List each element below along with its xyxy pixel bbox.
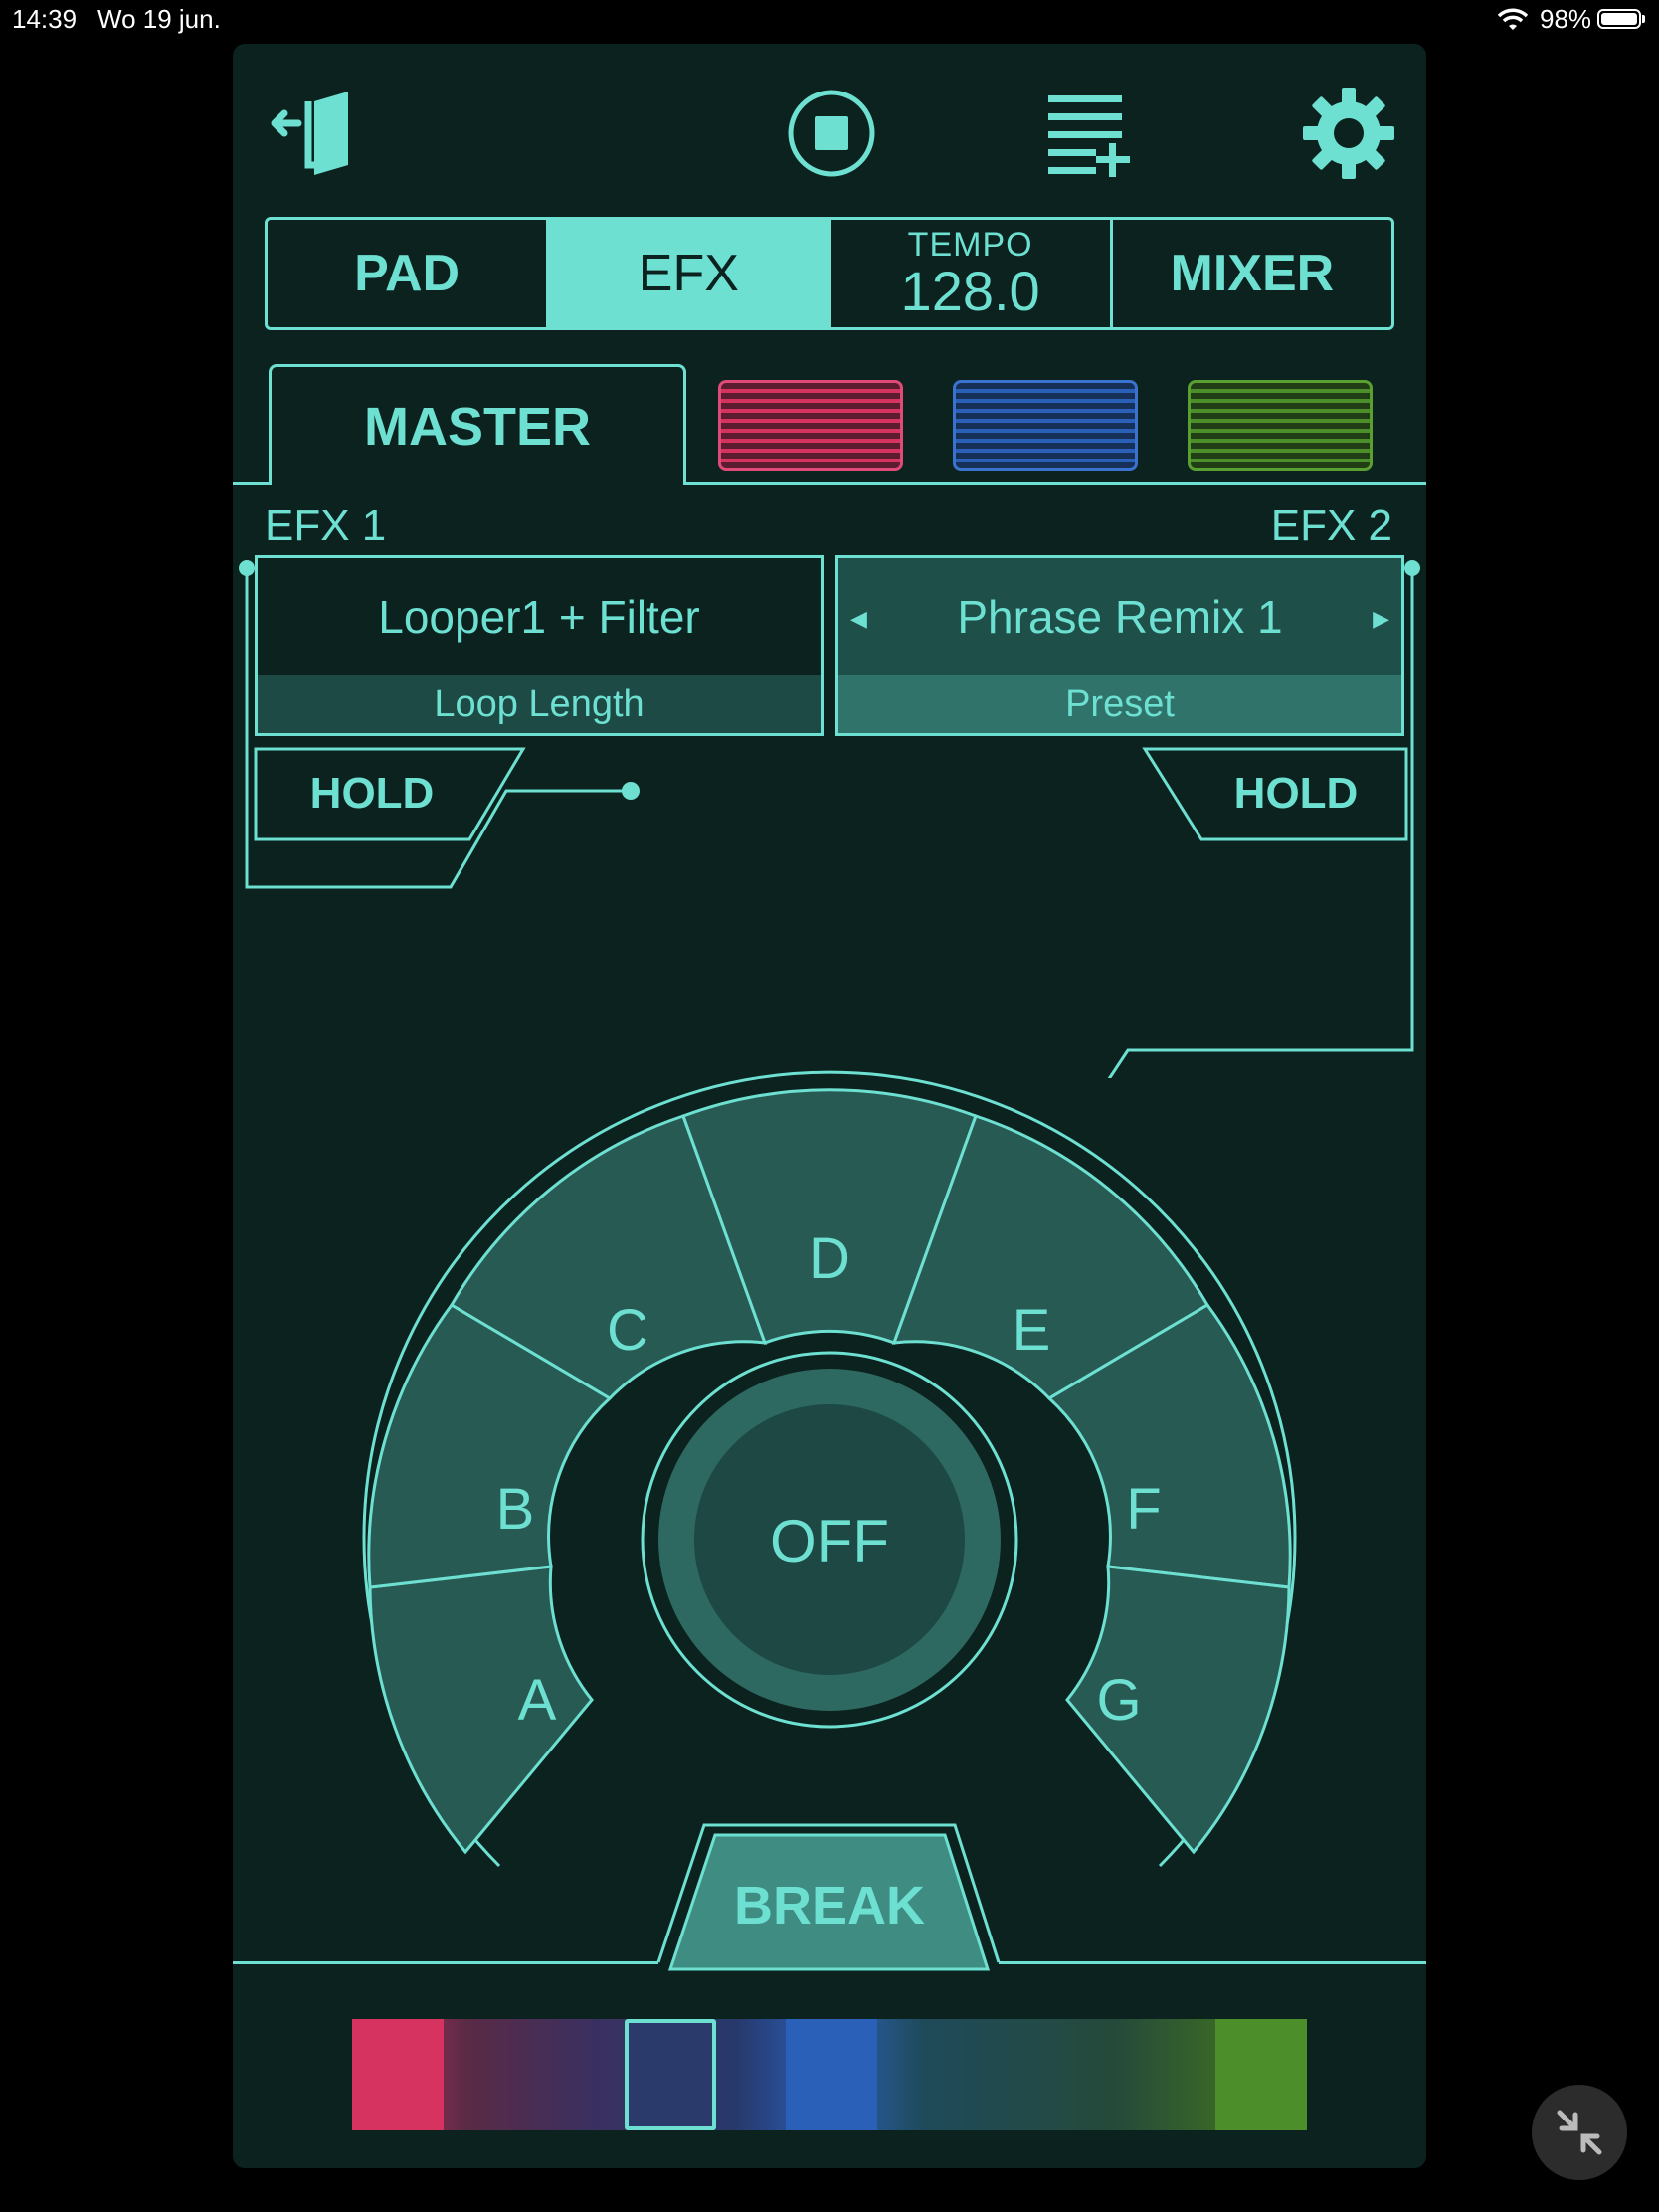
tab-tempo[interactable]: TEMPO 128.0	[831, 220, 1113, 327]
efx2-name: Phrase Remix 1	[838, 558, 1401, 675]
wheel-label-d: D	[809, 1226, 850, 1291]
battery-tip	[1642, 15, 1645, 23]
efx2-next-arrow-icon[interactable]: ▶	[1373, 606, 1389, 632]
wheel-label-a: A	[518, 1668, 557, 1733]
color-selector-handle[interactable]	[625, 2019, 716, 2130]
color-green[interactable]	[1215, 2019, 1307, 2130]
efx2-prev-arrow-icon[interactable]: ◀	[850, 606, 867, 632]
exit-door-icon[interactable]	[269, 84, 368, 183]
tempo-value: 128.0	[900, 260, 1040, 322]
efx1-name: Looper1 + Filter	[378, 591, 700, 643]
status-date: Wo 19 jun.	[97, 4, 221, 34]
tab-efx-label: EFX	[638, 245, 739, 302]
tab-mixer[interactable]: MIXER	[1113, 220, 1391, 327]
battery-icon	[1597, 9, 1641, 29]
main-tabs: PAD EFX TEMPO 128.0 MIXER	[265, 217, 1394, 330]
tab-master[interactable]: MASTER	[269, 364, 686, 485]
tab-mixer-label: MIXER	[1170, 245, 1335, 302]
break-label: BREAK	[734, 1876, 925, 1936]
wheel-label-e: E	[1013, 1298, 1051, 1363]
color-pink[interactable]	[352, 2019, 444, 2130]
part-swatch-blue[interactable]	[953, 380, 1138, 471]
efx1-label: EFX 1	[265, 501, 387, 550]
playlist-add-icon[interactable]	[1042, 88, 1138, 183]
tab-pad[interactable]: PAD	[268, 220, 550, 327]
part-swatch-green[interactable]	[1188, 380, 1373, 471]
wheel-label-b: B	[496, 1477, 535, 1542]
wheel-segment-a[interactable]	[368, 1565, 594, 1855]
status-time: 14:39	[12, 4, 78, 34]
part-color-strip	[352, 2019, 1307, 2130]
efx1-hold-label: HOLD	[310, 769, 435, 818]
master-label: MASTER	[364, 396, 591, 457]
efx1-hold-button[interactable]: HOLD	[253, 746, 531, 845]
efx2-param: Preset	[838, 675, 1401, 733]
tab-efx[interactable]: EFX	[549, 220, 831, 327]
wifi-icon	[1497, 8, 1529, 30]
off-label: OFF	[770, 1508, 889, 1574]
minimize-button[interactable]	[1532, 2085, 1627, 2180]
efx1-box[interactable]: Looper1 + Filter Loop Length	[255, 555, 824, 736]
wheel-label-f: F	[1126, 1477, 1161, 1542]
effect-wheel: .seg { fill:#285a54; stroke:#6de0d2; str…	[362, 1070, 1297, 1971]
part-swatch-pink[interactable]	[718, 380, 903, 471]
status-bar: 14:39 Wo 19 jun. 98%	[0, 0, 1659, 40]
tempo-label: TEMPO	[907, 226, 1033, 264]
app-window: PAD EFX TEMPO 128.0 MIXER MASTER EFX 1 L…	[233, 44, 1426, 2168]
efx2-hold-label: HOLD	[1234, 769, 1359, 818]
bottom-rule-right	[999, 1961, 1426, 1964]
efx2-hold-button[interactable]: HOLD	[1142, 746, 1410, 845]
efx2-label: EFX 2	[1270, 501, 1392, 550]
efx1-param: Loop Length	[258, 675, 821, 733]
collapse-arrows-icon	[1557, 2110, 1602, 2155]
wheel-label-c: C	[607, 1298, 648, 1363]
wheel-label-g: G	[1096, 1668, 1141, 1733]
bottom-rule-left	[233, 1961, 658, 1964]
tab-pad-label: PAD	[354, 245, 461, 302]
color-blue[interactable]	[786, 2019, 877, 2130]
gear-icon[interactable]	[1299, 84, 1398, 183]
battery-percent: 98%	[1540, 4, 1592, 34]
efx2-box[interactable]: Phrase Remix 1 Preset ◀ ▶	[835, 555, 1404, 736]
stop-icon[interactable]	[786, 88, 877, 179]
